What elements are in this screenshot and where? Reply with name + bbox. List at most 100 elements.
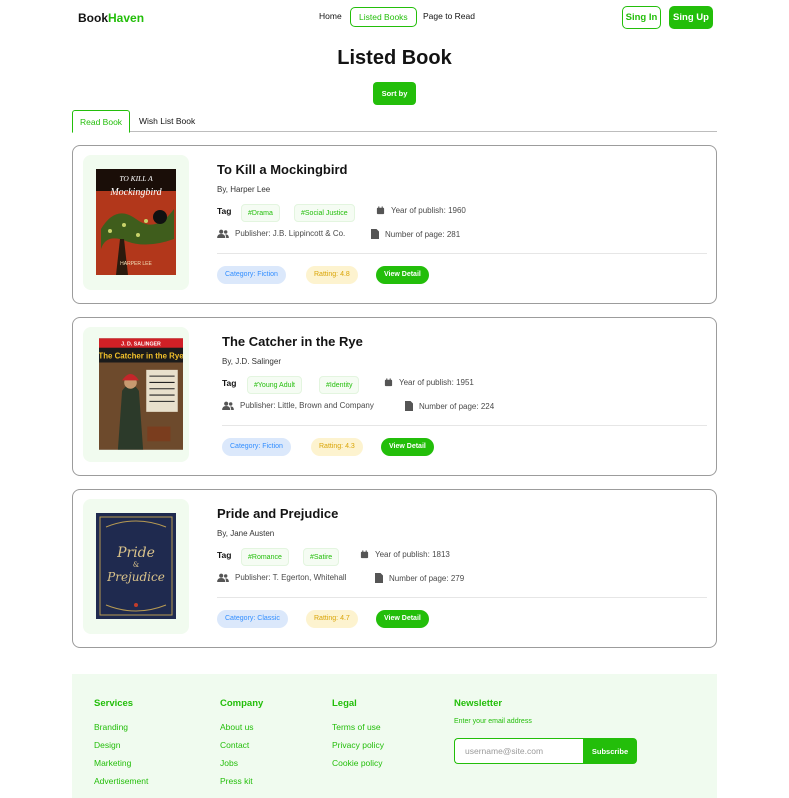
cover-author: HARPER LEE	[120, 261, 152, 267]
tag-label: Tag	[222, 378, 237, 388]
footer-link[interactable]: Design	[94, 736, 148, 754]
book-cover-image: TO KILL A Mockingbird HARPER LEE	[96, 169, 176, 275]
page-title: Listed Book	[337, 47, 452, 69]
tab-wish-list-book[interactable]: Wish List Book	[132, 110, 202, 132]
book-cover-container: Pride & Prejudice	[83, 499, 189, 634]
footer-newsletter: Newsletter Enter your email address	[454, 698, 532, 725]
sign-in-button[interactable]: Sing In	[622, 6, 661, 29]
book-cover-image: Pride & Prejudice	[96, 513, 176, 619]
footer-legal: Legal Terms of use Privacy policy Cookie…	[332, 698, 384, 772]
footer-company: Company About us Contact Jobs Press kit	[220, 698, 263, 790]
footer-link[interactable]: Jobs	[220, 754, 263, 772]
nav-page-to-read[interactable]: Page to Read	[423, 11, 475, 21]
tag-label: Tag	[217, 206, 232, 216]
users-icon	[217, 229, 229, 238]
cover-title-line3: Prejudice	[106, 570, 165, 584]
footer: Services Branding Design Marketing Adver…	[72, 674, 717, 798]
cover-author: J. D. SALINGER	[121, 342, 161, 348]
file-icon	[371, 229, 379, 239]
publisher-text: Publisher: T. Egerton, Whitehall	[235, 573, 347, 582]
users-icon	[217, 573, 229, 582]
footer-link[interactable]: Press kit	[220, 772, 263, 790]
publisher: Publisher: Little, Brown and Company	[222, 401, 374, 410]
tag-chip[interactable]: #Social Justice	[294, 204, 355, 222]
view-detail-button[interactable]: View Detail	[376, 266, 429, 284]
footer-link[interactable]: Contact	[220, 736, 263, 754]
calendar-icon	[384, 378, 393, 387]
calendar-icon	[360, 550, 369, 559]
nav-listed-books[interactable]: Listed Books	[350, 7, 417, 27]
year-of-publish: Year of publish: 1960	[376, 206, 466, 215]
file-icon	[375, 573, 383, 583]
sign-up-button[interactable]: Sing Up	[669, 6, 713, 29]
tag-label: Tag	[217, 550, 232, 560]
book-title: To Kill a Mockingbird	[217, 162, 348, 177]
number-of-pages: Number of page: 279	[375, 573, 464, 583]
book-card: Pride & Prejudice Pride and Prejudice By…	[72, 489, 717, 648]
cover-title-line1: TO KILL A	[119, 174, 153, 183]
tab-read-book[interactable]: Read Book	[72, 110, 131, 133]
publisher: Publisher: J.B. Lippincott & Co.	[217, 229, 345, 238]
calendar-icon	[376, 206, 385, 215]
brand-logo[interactable]: BookHaven	[78, 11, 144, 25]
tag-chip[interactable]: #Satire	[303, 548, 340, 566]
year-of-publish-text: Year of publish: 1813	[375, 550, 450, 559]
book-card: TO KILL A Mockingbird HARPER LEE To Kill…	[72, 145, 717, 304]
year-of-publish: Year of publish: 1951	[384, 378, 474, 387]
year-of-publish-text: Year of publish: 1951	[399, 378, 474, 387]
book-author: By, Jane Austen	[217, 529, 275, 538]
view-detail-button[interactable]: View Detail	[376, 610, 429, 628]
book-cover-container: J. D. SALINGER The Catcher in the Rye	[83, 327, 189, 462]
tag-chip[interactable]: #Identity	[319, 376, 360, 394]
book-cover-image: J. D. SALINGER The Catcher in the Rye	[99, 338, 183, 450]
email-input[interactable]: username@site.com	[454, 738, 583, 764]
category-badge: Category: Fiction	[222, 438, 291, 456]
book-author: By, J.D. Salinger	[222, 357, 281, 366]
footer-link[interactable]: Advertisement	[94, 772, 148, 790]
footer-link[interactable]: Privacy policy	[332, 736, 384, 754]
publisher: Publisher: T. Egerton, Whitehall	[217, 573, 346, 582]
footer-heading: Legal	[332, 698, 357, 709]
number-of-pages-text: Number of page: 281	[385, 229, 461, 239]
footer-heading: Company	[220, 698, 264, 709]
category-badge: Category: Fiction	[217, 266, 286, 284]
footer-services: Services Branding Design Marketing Adver…	[94, 698, 148, 790]
nav-home[interactable]: Home	[319, 11, 342, 21]
publisher-text: Publisher: J.B. Lippincott & Co.	[235, 229, 346, 238]
card-divider	[217, 253, 707, 254]
tag-chip[interactable]: #Romance	[241, 548, 289, 566]
footer-link[interactable]: Cookie policy	[332, 754, 384, 772]
book-author: By, Harper Lee	[217, 185, 271, 194]
view-detail-button[interactable]: View Detail	[381, 438, 434, 456]
number-of-pages: Number of page: 281	[371, 229, 460, 239]
newsletter-form: username@site.com Subscribe	[454, 738, 637, 764]
card-divider	[222, 425, 707, 426]
footer-link[interactable]: Branding	[94, 718, 148, 736]
sort-by-button[interactable]: Sort by	[373, 82, 416, 105]
publisher-text: Publisher: Little, Brown and Company	[240, 401, 374, 410]
brand-name-accent: Haven	[108, 11, 145, 25]
tab-bar: Read Book Wish List Book	[72, 110, 717, 133]
footer-link[interactable]: Marketing	[94, 754, 148, 772]
tag-chip[interactable]: #Young Adult	[247, 376, 303, 394]
number-of-pages-text: Number of page: 279	[389, 573, 465, 583]
footer-link[interactable]: About us	[220, 718, 263, 736]
subscribe-button[interactable]: Subscribe	[583, 738, 637, 764]
newsletter-label: Enter your email address	[454, 718, 532, 725]
number-of-pages: Number of page: 224	[405, 401, 494, 411]
book-title: The Catcher in the Rye	[222, 334, 363, 349]
cover-title-line2: Mockingbird	[109, 187, 162, 198]
number-of-pages-text: Number of page: 224	[419, 401, 495, 411]
brand-name: Book	[78, 11, 108, 25]
rating-badge: Ratting: 4.8	[306, 266, 358, 284]
users-icon	[222, 401, 234, 410]
rating-badge: Ratting: 4.3	[311, 438, 363, 456]
book-cover-container: TO KILL A Mockingbird HARPER LEE	[83, 155, 189, 290]
cover-title-line1: Pride	[116, 545, 155, 561]
tag-chip[interactable]: #Drama	[241, 204, 280, 222]
navbar: BookHaven Home Listed Books Page to Read…	[0, 0, 789, 36]
file-icon	[405, 401, 413, 411]
year-of-publish-text: Year of publish: 1960	[391, 206, 466, 215]
rating-badge: Ratting: 4.7	[306, 610, 358, 628]
footer-link[interactable]: Terms of use	[332, 718, 384, 736]
